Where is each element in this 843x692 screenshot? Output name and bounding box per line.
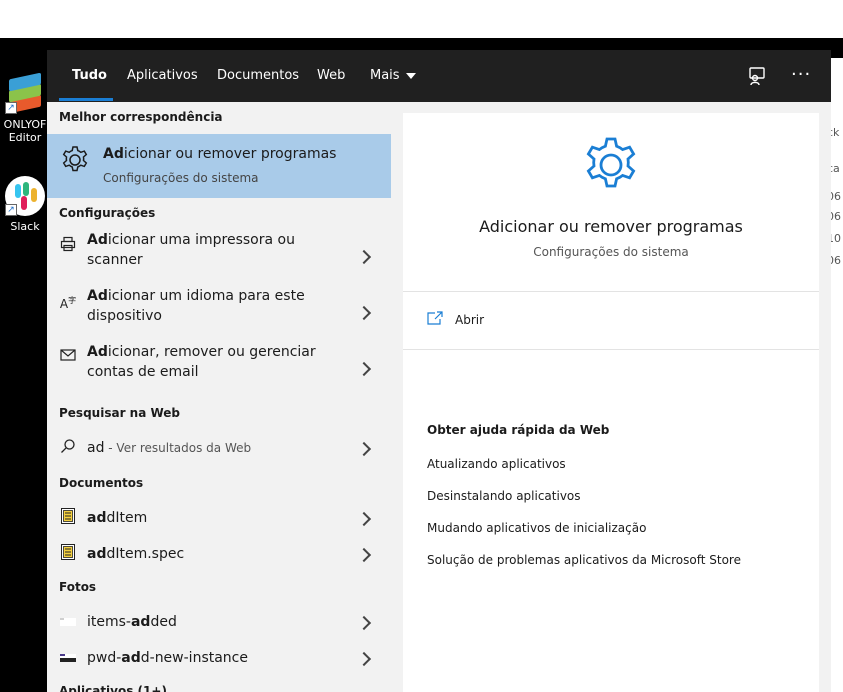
help-link[interactable]: Desinstalando aplicativos	[427, 489, 581, 503]
chevron-right-icon	[356, 511, 372, 527]
preview-subtitle: Configurações do sistema	[533, 245, 689, 259]
open-external-icon	[427, 311, 443, 325]
active-tab-indicator	[59, 98, 113, 101]
match-highlight: Ad	[87, 288, 108, 304]
match-rest: dItem	[106, 510, 148, 526]
top-white-area	[0, 0, 843, 38]
desktop-icon-label: Editor	[8, 131, 42, 144]
result-label: ad - Ver resultados da Web	[87, 438, 347, 458]
match-rest: ded	[150, 614, 177, 630]
chevron-right-icon	[356, 547, 372, 563]
section-header-best-match: Melhor correspondência	[59, 110, 223, 124]
slack-icon: ↗	[5, 176, 45, 216]
gear-icon	[62, 146, 88, 172]
match-pre: items-	[87, 614, 131, 630]
image-thumbnail-icon	[59, 614, 77, 632]
preview-pane: Adicionar ou remover programas Configura…	[403, 113, 819, 692]
section-header-apps: Aplicativos (1+)	[59, 684, 167, 692]
divider	[403, 349, 819, 350]
match-rest: icionar uma impressora ou scanner	[87, 232, 295, 268]
section-header-web: Pesquisar na Web	[59, 406, 181, 420]
more-options-icon[interactable]: ···	[791, 64, 811, 85]
result-label: addItem.spec	[87, 544, 347, 564]
onlyoffice-icon: ↗	[5, 72, 45, 114]
tab-all[interactable]: Tudo	[72, 68, 107, 83]
document-result[interactable]: addItem	[47, 500, 391, 536]
mail-icon	[59, 348, 77, 366]
photo-result[interactable]: pwd-add-new-instance	[47, 640, 391, 676]
settings-result-printer[interactable]: Adicionar uma impressora ou scanner	[47, 230, 391, 286]
tab-apps[interactable]: Aplicativos	[127, 68, 198, 83]
tab-more[interactable]: Mais	[370, 68, 416, 83]
script-file-icon	[59, 544, 77, 562]
tab-documents[interactable]: Documentos	[217, 68, 299, 83]
chevron-right-icon	[356, 651, 372, 667]
match-rest: icionar, remover ou gerenciar contas de …	[87, 344, 316, 380]
desktop-icon-label: Slack	[10, 220, 40, 233]
chevron-right-icon	[356, 441, 372, 457]
language-icon: A字	[59, 296, 77, 311]
section-header-documents: Documentos	[59, 476, 144, 490]
photo-result[interactable]: items-added	[47, 604, 391, 640]
search-tabs-bar: Tudo Aplicativos Documentos Web Mais ···	[47, 50, 831, 102]
result-label: items-added	[87, 612, 347, 632]
help-header: Obter ajuda rápida da Web	[427, 423, 610, 437]
section-header-photos: Fotos	[59, 580, 97, 594]
match-highlight: Ad	[103, 146, 124, 162]
result-label: pwd-add-new-instance	[87, 648, 347, 668]
match-highlight: ad	[121, 650, 141, 666]
chevron-right-icon	[356, 361, 372, 377]
match-rest: icionar um idioma para este dispositivo	[87, 288, 305, 324]
best-match-subtitle: Configurações do sistema	[103, 171, 259, 185]
chevron-right-icon	[356, 615, 372, 631]
help-link[interactable]: Atualizando aplicativos	[427, 457, 566, 471]
best-match-title: Adicionar ou remover programas	[103, 146, 336, 162]
match-highlight: Ad	[87, 232, 108, 248]
open-label: Abrir	[455, 313, 485, 327]
match-highlight: Ad	[87, 344, 108, 360]
divider	[403, 291, 819, 292]
web-suffix: - Ver resultados da Web	[104, 441, 252, 455]
result-label: Adicionar um idioma para este dispositiv…	[87, 286, 347, 326]
match-highlight: ad	[130, 614, 151, 630]
chevron-right-icon	[356, 249, 372, 265]
settings-result-language[interactable]: A字 Adicionar um idioma para este disposi…	[47, 286, 391, 342]
match-pre: pwd-	[87, 650, 122, 666]
result-label: addItem	[87, 508, 347, 528]
search-panel: Tudo Aplicativos Documentos Web Mais ···…	[47, 50, 831, 692]
match-highlight: ad	[87, 510, 107, 526]
tab-more-label: Mais	[370, 68, 400, 83]
preview-title: Adicionar ou remover programas	[479, 217, 743, 236]
printer-icon	[59, 236, 77, 254]
desktop-icon-label: ONLYOF	[3, 118, 47, 131]
match-rest: dItem.spec	[106, 546, 185, 562]
document-result[interactable]: addItem.spec	[47, 536, 391, 572]
desktop-icon-slack[interactable]: ↗ Slack	[0, 176, 50, 233]
result-label: Adicionar uma impressora ou scanner	[87, 230, 347, 270]
web-query: ad	[87, 440, 105, 456]
gear-icon	[586, 137, 636, 188]
help-link[interactable]: Mudando aplicativos de inicialização	[427, 521, 646, 535]
section-header-settings: Configurações	[59, 206, 156, 220]
search-icon	[59, 438, 77, 456]
best-match-result[interactable]: Adicionar ou remover programas Configura…	[47, 134, 391, 198]
match-rest: d-new-instance	[140, 650, 248, 666]
settings-result-email[interactable]: Adicionar, remover ou gerenciar contas d…	[47, 342, 391, 398]
match-highlight: ad	[87, 546, 107, 562]
image-thumbnail-icon	[59, 650, 77, 668]
web-search-result[interactable]: ad - Ver resultados da Web	[47, 430, 391, 466]
help-link[interactable]: Solução de problemas aplicativos da Micr…	[427, 553, 741, 567]
feedback-icon[interactable]	[747, 66, 769, 86]
chevron-down-icon	[405, 72, 416, 79]
desktop-icon-onlyoffice[interactable]: ↗ ONLYOF Editor	[0, 72, 50, 144]
tab-web[interactable]: Web	[317, 68, 345, 83]
script-file-icon	[59, 508, 77, 526]
shortcut-arrow-icon: ↗	[5, 204, 17, 216]
chevron-right-icon	[356, 305, 372, 321]
result-label: Adicionar, remover ou gerenciar contas d…	[87, 342, 347, 382]
shortcut-arrow-icon: ↗	[5, 102, 17, 114]
match-rest: icionar ou remover programas	[123, 146, 337, 162]
results-list: Melhor correspondência Adicionar ou remo…	[47, 102, 391, 692]
